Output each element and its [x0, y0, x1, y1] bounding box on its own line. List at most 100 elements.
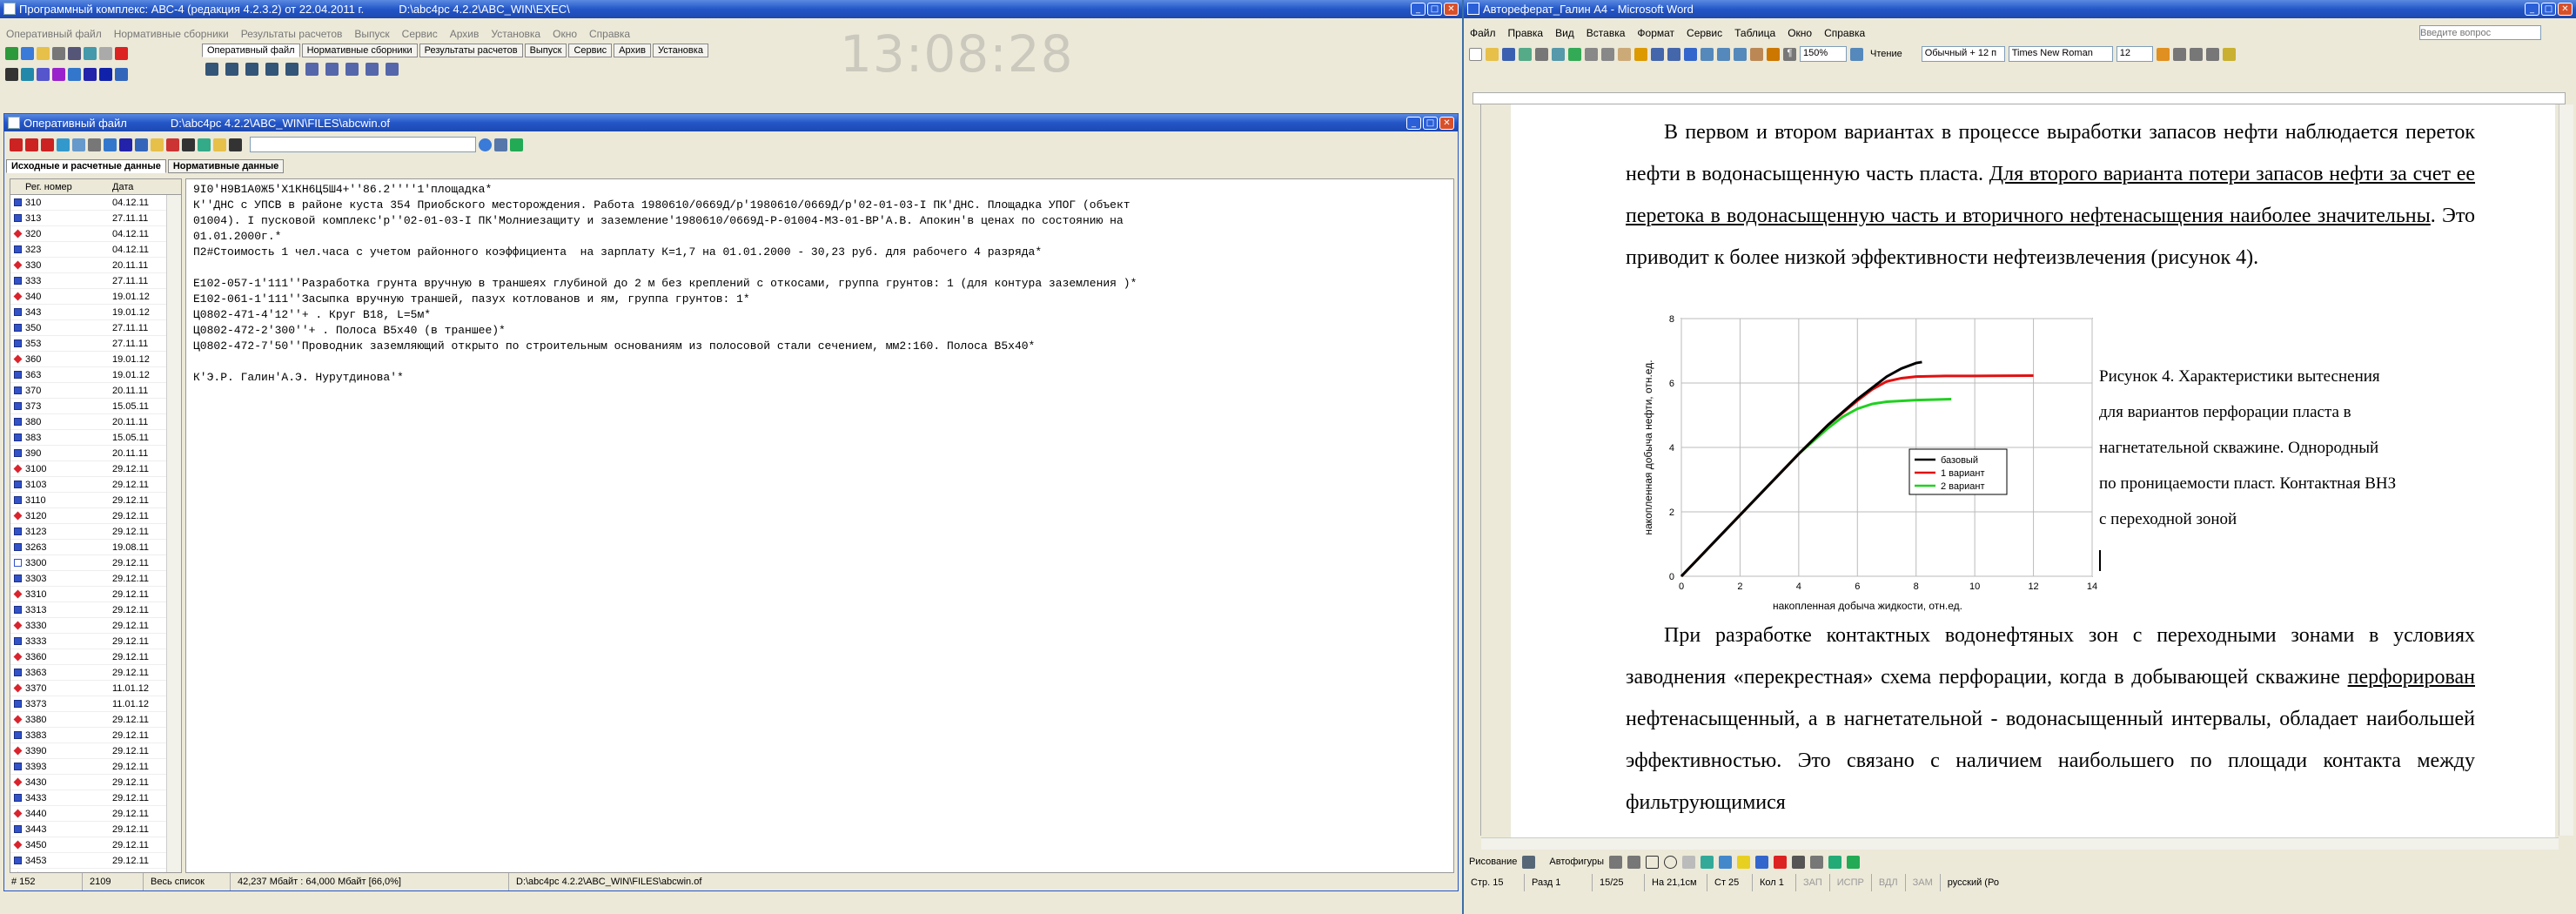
table-row[interactable]: 3333 29.12.11	[10, 634, 181, 649]
excel-icon[interactable]	[1717, 47, 1730, 61]
sum-icon[interactable]	[115, 67, 128, 81]
editor-content[interactable]: 9I0'Н9В1А0Ж5'Х1КН6Ц5Ш4+''86.2''''1'площа…	[186, 179, 1453, 388]
paste-icon[interactable]	[1618, 47, 1631, 61]
x-icon[interactable]	[99, 67, 112, 81]
binoculars-icon[interactable]	[229, 138, 242, 151]
table-row[interactable]: 320 04.12.11	[10, 226, 181, 242]
cut-icon[interactable]	[166, 138, 179, 151]
table-row[interactable]: 3453 29.12.11	[10, 853, 181, 869]
figure-caption[interactable]: Рисунок 4. Характеристики вытеснения для…	[2099, 359, 2499, 537]
align-right-icon[interactable]	[2189, 47, 2203, 61]
menu-format[interactable]: Формат	[1631, 27, 1680, 39]
table-row[interactable]: 3360 29.12.11	[10, 649, 181, 665]
info-icon[interactable]	[494, 138, 507, 151]
format-painter-icon[interactable]	[1634, 47, 1647, 61]
play-icon[interactable]	[104, 138, 117, 151]
table-row[interactable]: 3370 11.01.12	[10, 681, 181, 696]
tool-icon[interactable]	[265, 63, 278, 76]
table-row[interactable]: 353 27.11.11	[10, 336, 181, 352]
line-style-icon[interactable]	[1792, 855, 1805, 869]
menu-tools[interactable]: Сервис	[1680, 27, 1728, 39]
align-center-icon[interactable]	[2172, 47, 2186, 61]
shadow-icon[interactable]	[1828, 855, 1841, 869]
word-maximize-button[interactable]: □	[2541, 3, 2556, 16]
table-icon[interactable]	[72, 138, 85, 151]
text-line[interactable]: К'Э.Р. Галин'А.Э. Нурутдинова'*	[193, 370, 1446, 386]
text-line[interactable]: 01004). I пусковой комплекс'р''02-01-03-…	[193, 213, 1446, 229]
open-icon[interactable]	[1486, 47, 1499, 61]
undo-icon[interactable]	[1651, 47, 1664, 61]
text-line[interactable]: Е102-061-1'111''Засыпка вручную траншей,…	[193, 292, 1446, 307]
table-row[interactable]: 3450 29.12.11	[10, 837, 181, 853]
preview-icon[interactable]	[1552, 47, 1565, 61]
delete-icon[interactable]	[25, 138, 38, 151]
help-icon[interactable]	[1850, 47, 1863, 61]
tool-icon[interactable]	[345, 63, 359, 76]
save-icon[interactable]	[1502, 47, 1515, 61]
word-minimize-button[interactable]: _	[2525, 3, 2539, 16]
table-row[interactable]: 380 20.11.11	[10, 414, 181, 430]
menu-item[interactable]: Выпуск	[348, 28, 395, 40]
read-button[interactable]: Чтение	[1867, 49, 1906, 59]
zoom-combo[interactable]: 150%	[1800, 46, 1847, 62]
print-icon[interactable]	[1535, 47, 1548, 61]
text-line[interactable]: К''ДНС с УПСВ в районе куста 354 Приобск…	[193, 198, 1446, 213]
select-objects-icon[interactable]	[1522, 855, 1536, 869]
open-folder-icon[interactable]	[37, 46, 50, 60]
table-row[interactable]: 3103 29.12.11	[10, 477, 181, 493]
menu-item[interactable]: Нормативные сборники	[108, 28, 235, 40]
text-line[interactable]: 9I0'Н9В1А0Ж5'Х1КН6Ц5Ш4+''86.2''''1'площа…	[193, 182, 1446, 198]
wordart-icon[interactable]	[1701, 855, 1714, 869]
tool-icon[interactable]	[305, 63, 319, 76]
table-row[interactable]: 363 19.01.12	[10, 367, 181, 383]
menu-item[interactable]: Результаты расчетов	[235, 28, 349, 40]
menu-insert[interactable]: Вставка	[1580, 27, 1632, 39]
table-row[interactable]: 323 04.12.11	[10, 242, 181, 258]
folder-icon[interactable]	[151, 138, 164, 151]
maximize-button[interactable]: □	[1427, 3, 1442, 16]
table-row[interactable]: 3430 29.12.11	[10, 775, 181, 790]
3d-icon[interactable]	[1847, 855, 1860, 869]
menu-edit[interactable]: Правка	[1502, 27, 1550, 39]
tool-icon[interactable]	[386, 63, 399, 76]
gem-icon[interactable]	[52, 67, 65, 81]
new-doc-icon[interactable]	[1469, 47, 1482, 61]
menu-window[interactable]: Окно	[1781, 27, 1818, 39]
menu-item[interactable]: Архив	[444, 28, 486, 40]
child-close-button[interactable]: ✕	[1439, 117, 1454, 130]
table-row[interactable]: 310 04.12.11	[10, 195, 181, 211]
menu-view[interactable]: Вид	[1549, 27, 1580, 39]
word-close-button[interactable]: ✕	[2558, 3, 2573, 16]
dropdown-arrow-icon[interactable]	[479, 138, 492, 151]
table-row[interactable]: 3380 29.12.11	[10, 712, 181, 728]
clipart-icon[interactable]	[1719, 855, 1732, 869]
align-left-icon[interactable]	[2156, 47, 2170, 61]
line-color-icon[interactable]	[1755, 855, 1768, 869]
child-maximize-button[interactable]: □	[1423, 117, 1438, 130]
exit-icon[interactable]	[510, 138, 523, 151]
minimize-button[interactable]: _	[1411, 3, 1426, 16]
close-doc-icon[interactable]	[182, 138, 195, 151]
list-icon[interactable]	[88, 138, 101, 151]
table-row[interactable]: 350 27.11.11	[10, 320, 181, 336]
table-row[interactable]: 3100 29.12.11	[10, 461, 181, 477]
table-row[interactable]: 3110 29.12.11	[10, 493, 181, 508]
print-icon[interactable]	[52, 46, 65, 60]
copy-icon[interactable]	[1601, 47, 1614, 61]
refresh-icon[interactable]	[5, 46, 18, 60]
dash-style-icon[interactable]	[1810, 855, 1823, 869]
justify-icon[interactable]	[2205, 47, 2219, 61]
table-row[interactable]: 383 15.05.11	[10, 430, 181, 446]
status-rec[interactable]: ЗАП	[1796, 874, 1830, 891]
status-ext[interactable]: ВДЛ	[1872, 874, 1906, 891]
copy-icon[interactable]	[68, 46, 81, 60]
status-trk[interactable]: ИСПР	[1830, 874, 1872, 891]
table-row[interactable]: 340 19.01.12	[10, 289, 181, 305]
permission-icon[interactable]	[1519, 47, 1532, 61]
tab-operative-file[interactable]: Оперативный файл	[202, 44, 300, 57]
table-row[interactable]: 370 20.11.11	[10, 383, 181, 399]
columns-icon[interactable]	[1734, 47, 1747, 61]
table-row[interactable]: 3363 29.12.11	[10, 665, 181, 681]
table-row[interactable]: 3393 29.12.11	[10, 759, 181, 775]
oval-icon[interactable]	[1664, 855, 1677, 869]
